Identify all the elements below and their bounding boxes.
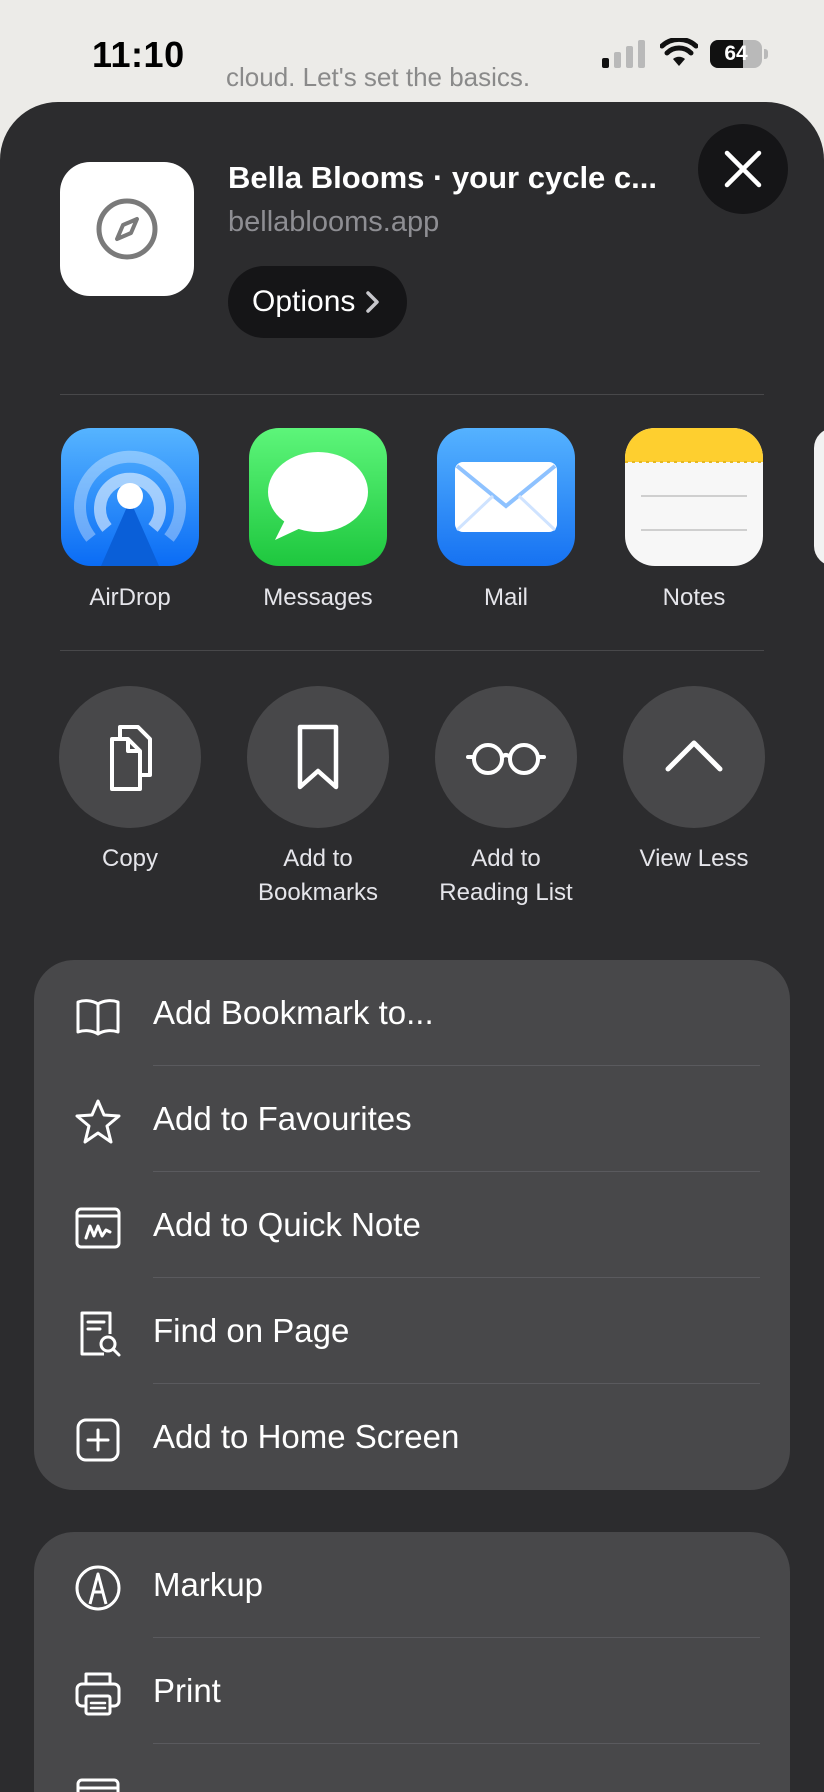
share-app-row: AirDrop Messages Mail Notes <box>0 428 824 611</box>
find-on-page-icon <box>80 1311 121 1357</box>
share-action-row: Copy Add to Bookmarks Add to Reading Lis… <box>0 686 824 916</box>
partial-menu-icon <box>76 1778 120 1792</box>
book-icon <box>76 999 120 1036</box>
menu-label: Add to Quick Note <box>153 1206 421 1243</box>
divider <box>60 650 764 651</box>
airdrop-icon <box>61 428 199 566</box>
status-bar: 11:10 cloud. Let's set the basics. 64 <box>0 0 824 100</box>
menu-label: Add to Home Screen <box>153 1418 460 1455</box>
menu-add-to-favourites[interactable]: Add to Favourites <box>34 1066 790 1172</box>
action-label: Add to Bookmarks <box>257 845 379 906</box>
menu-add-bookmark-to[interactable]: Add Bookmark to... <box>34 960 790 1066</box>
app-label: Mail <box>483 584 528 611</box>
menu-markup[interactable]: Markup <box>34 1532 790 1638</box>
menu-item-partial[interactable] <box>34 1744 790 1792</box>
glasses-icon <box>466 743 546 775</box>
printer-icon <box>75 1672 121 1716</box>
menu-group-secondary: Markup Print <box>34 1532 790 1792</box>
menu-add-to-home-screen[interactable]: Add to Home Screen <box>34 1384 790 1490</box>
markup-icon <box>75 1565 121 1611</box>
partial-app-icon[interactable] <box>814 428 824 566</box>
cellular-signal-icon <box>602 40 645 68</box>
menu-find-on-page[interactable]: Find on Page <box>34 1278 790 1384</box>
menu-group-primary: Add Bookmark to... Add to Favourites Add… <box>34 960 790 1490</box>
compass-icon <box>96 198 158 260</box>
add-square-icon <box>76 1418 120 1462</box>
menu-label: Markup <box>153 1566 264 1603</box>
quick-note-icon <box>75 1207 121 1249</box>
bookmark-icon <box>297 724 339 790</box>
app-label: Messages <box>263 584 373 611</box>
action-add-to-bookmarks[interactable]: Add to Bookmarks <box>224 686 412 910</box>
action-label: View Less <box>639 845 749 872</box>
close-button[interactable] <box>698 124 788 214</box>
app-notes[interactable]: Notes <box>600 428 788 612</box>
app-airdrop[interactable]: AirDrop <box>36 428 224 612</box>
action-copy[interactable]: Copy <box>36 686 224 876</box>
menu-print[interactable]: Print <box>34 1638 790 1744</box>
options-button[interactable]: Options <box>228 266 408 338</box>
action-label: Add to Reading List <box>439 845 573 906</box>
battery-percentage: 64 <box>724 42 748 65</box>
action-add-to-reading-list[interactable]: Add to Reading List <box>412 686 600 910</box>
app-messages[interactable]: Messages <box>224 428 412 612</box>
menu-label: Add Bookmark to... <box>153 994 434 1031</box>
divider <box>60 394 764 395</box>
menu-add-to-quick-note[interactable]: Add to Quick Note <box>34 1172 790 1278</box>
share-title: Bella Blooms · your cycle c... <box>228 160 657 195</box>
wifi-icon <box>660 38 698 66</box>
menu-label: Add to Favourites <box>153 1100 412 1137</box>
messages-icon <box>249 428 387 566</box>
share-subtitle: bellablooms.app <box>228 206 440 238</box>
menu-label: Print <box>153 1672 221 1709</box>
action-label: Copy <box>101 845 159 872</box>
menu-label: Find on Page <box>153 1312 350 1349</box>
status-time: 11:10 <box>92 34 185 75</box>
mail-icon <box>437 428 575 566</box>
options-label: Options <box>252 285 356 318</box>
site-icon <box>60 162 194 296</box>
share-sheet: Bella Blooms · your cycle c... bellabloo… <box>0 102 824 1792</box>
app-mail[interactable]: Mail <box>412 428 600 612</box>
star-icon <box>75 1099 121 1144</box>
chevron-right-icon <box>366 291 380 313</box>
chevron-up-icon <box>665 740 723 772</box>
notes-icon <box>625 428 763 566</box>
battery-indicator: 64 <box>710 40 770 68</box>
copy-icon <box>110 725 152 791</box>
close-icon <box>724 150 762 188</box>
app-label: Notes <box>662 584 726 611</box>
app-label: AirDrop <box>89 584 171 611</box>
background-page-text: cloud. Let's set the basics. <box>226 62 531 92</box>
action-view-less[interactable]: View Less <box>600 686 788 876</box>
